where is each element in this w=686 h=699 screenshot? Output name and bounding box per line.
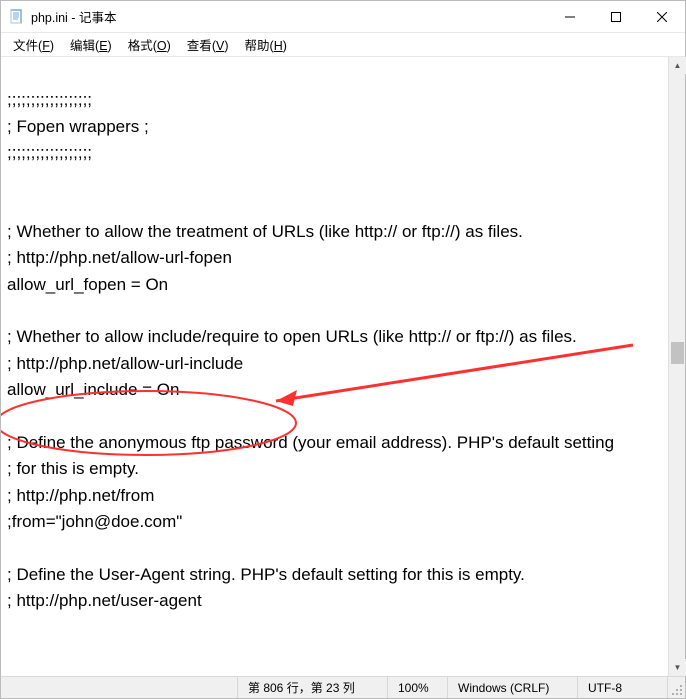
close-button[interactable] [639,1,685,33]
status-eol: Windows (CRLF) [447,677,577,698]
maximize-button[interactable] [593,1,639,33]
menu-format[interactable]: 格式(O) [120,33,179,56]
menu-file[interactable]: 文件(F) [5,33,62,56]
menu-help[interactable]: 帮助(H) [237,33,295,56]
notepad-icon [9,9,25,25]
status-position: 第 806 行，第 23 列 [237,677,387,698]
vertical-scrollbar[interactable]: ▲ ▼ [668,57,685,676]
status-encoding: UTF-8 [577,677,667,698]
editor-area: ;;;;;;;;;;;;;;;;;; ; Fopen wrappers ; ;;… [1,56,685,676]
status-spacer [1,677,237,698]
menu-edit[interactable]: 编辑(E) [62,33,120,56]
resize-grip[interactable] [667,677,685,698]
text-content[interactable]: ;;;;;;;;;;;;;;;;;; ; Fopen wrappers ; ;;… [1,57,668,676]
menu-bar: 文件(F) 编辑(E) 格式(O) 查看(V) 帮助(H) [1,33,685,55]
scroll-down-icon[interactable]: ▼ [669,659,686,676]
minimize-button[interactable] [547,1,593,33]
status-zoom: 100% [387,677,447,698]
menu-view[interactable]: 查看(V) [179,33,237,56]
window-title: php.ini - 记事本 [31,7,116,26]
scroll-thumb[interactable] [671,342,684,364]
title-bar: php.ini - 记事本 [1,1,685,33]
status-bar: 第 806 行，第 23 列 100% Windows (CRLF) UTF-8 [1,676,685,698]
scroll-up-icon[interactable]: ▲ [669,57,686,74]
